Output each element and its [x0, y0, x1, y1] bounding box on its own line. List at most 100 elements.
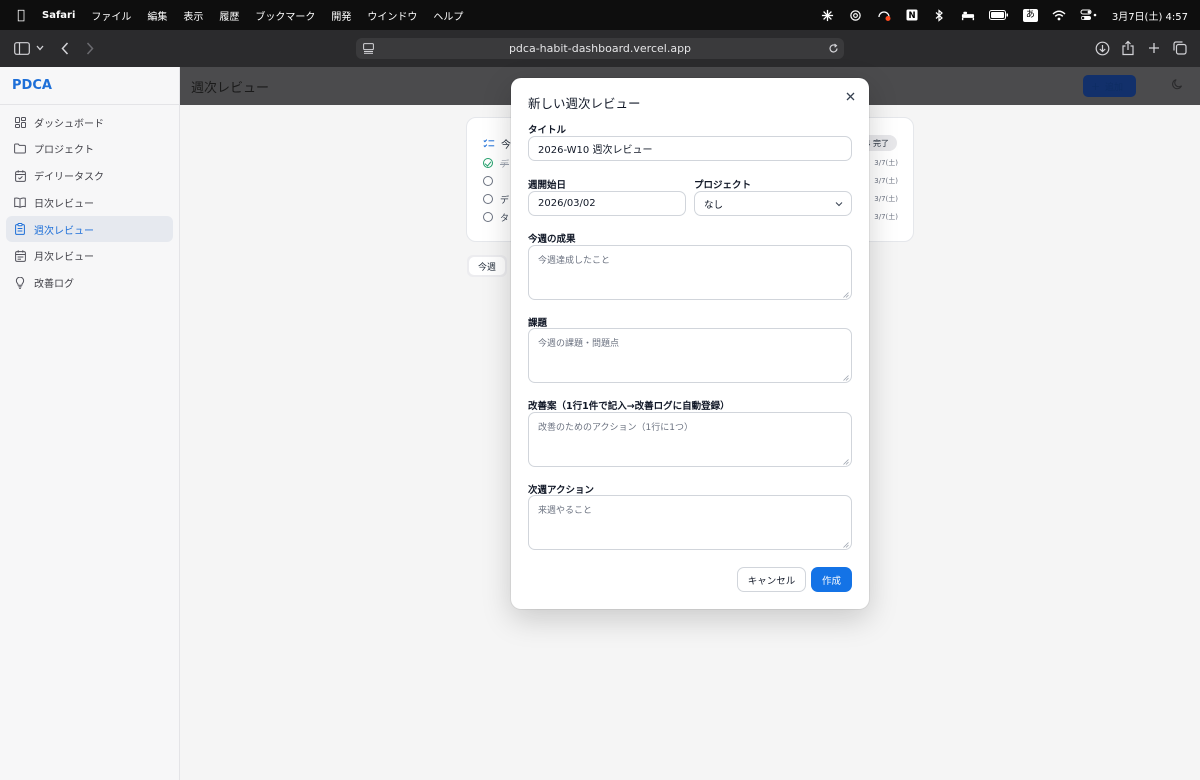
menu-history[interactable]: 履歴 [219, 8, 239, 23]
sidebar-item-label: 改善ログ [34, 279, 74, 291]
address-bar[interactable]: pdca-habit-dashboard.vercel.app [356, 38, 844, 59]
book-icon [14, 196, 26, 208]
create-button[interactable]: 作成 [811, 567, 852, 592]
add-button-label: 追加 [1105, 82, 1124, 93]
task-checkbox[interactable] [483, 194, 493, 204]
share-icon[interactable] [1119, 39, 1137, 57]
sidebar-item-dashboard[interactable]: ダッシュボード [6, 109, 173, 135]
achievements-placeholder: 今週達成したこと [538, 256, 611, 266]
resize-handle-icon[interactable] [843, 291, 849, 298]
task-checkbox[interactable] [483, 176, 493, 186]
sparkle-icon[interactable] [821, 8, 835, 22]
page-title: 週次レビュー [191, 80, 270, 96]
menu-app-name[interactable]: Safari [42, 10, 75, 21]
project-label: プロジェクト [694, 180, 752, 191]
menu-bookmarks[interactable]: ブックマーク [255, 8, 315, 23]
improvements-textarea[interactable]: 改善のためのアクション（1行に1つ） [528, 412, 852, 467]
menu-edit[interactable]: 編集 [147, 8, 167, 23]
cancel-button[interactable]: キャンセル [737, 567, 806, 592]
project-select-value: なし [704, 199, 724, 211]
dialog-title: 新しい週次レビュー [528, 96, 641, 111]
plus-icon: ＋ [1091, 82, 1101, 93]
download-icon[interactable] [1093, 39, 1111, 57]
sidebar-toggle-icon[interactable] [13, 39, 31, 57]
tab-overview-icon[interactable] [1171, 39, 1189, 57]
menu-develop[interactable]: 開発 [331, 8, 351, 23]
task-checkbox[interactable] [483, 158, 493, 168]
sidebar-item-label: 日次レビュー [34, 198, 94, 210]
close-icon[interactable] [843, 89, 857, 103]
chevron-down-icon[interactable] [33, 39, 47, 57]
sidebar-item-projects[interactable]: プロジェクト [6, 136, 173, 162]
openai-icon[interactable] [849, 8, 863, 22]
sidebar-item-daily-tasks[interactable]: デイリータスク [6, 163, 173, 189]
status-area: N あ 3月7日(土) 4:57 [821, 8, 1188, 23]
new-tab-icon[interactable] [1145, 39, 1163, 57]
issues-textarea[interactable]: 今週の課題・問題点 [528, 328, 852, 383]
achievements-textarea[interactable]: 今週達成したこと [528, 245, 852, 300]
calendar-icon [14, 169, 26, 182]
back-icon[interactable] [56, 39, 74, 57]
dashboard-icon [14, 116, 26, 128]
next-actions-placeholder: 来週やること [538, 506, 593, 516]
period-tabs: 今週 [467, 255, 508, 277]
task-name: タ [500, 213, 510, 224]
improvements-placeholder: 改善のためのアクション（1行に1つ） [538, 423, 694, 433]
browser-toolbar: pdca-habit-dashboard.vercel.app [0, 30, 1200, 67]
sidebar-item-monthly-review[interactable]: 月次レビュー [6, 243, 173, 269]
sidebar-item-label: プロジェクト [34, 145, 94, 157]
clock[interactable]: 3月7日(土) 4:57 [1112, 8, 1188, 23]
input-method-indicator[interactable]: あ [1022, 8, 1038, 22]
issues-label: 課題 [528, 318, 548, 329]
moon-icon[interactable] [1172, 78, 1186, 92]
menu-view[interactable]: 表示 [183, 8, 203, 23]
clipboard-icon [14, 223, 26, 236]
next-actions-textarea[interactable]: 来週やること [528, 495, 852, 550]
bluetooth-icon[interactable] [933, 8, 947, 22]
tab-this-week[interactable]: 今週 [469, 257, 506, 275]
sidebar-item-daily-review[interactable]: 日次レビュー [6, 189, 173, 215]
sidebar-item-improvement-log[interactable]: 改善ログ [6, 270, 173, 296]
menu-help[interactable]: ヘルプ [433, 8, 463, 23]
sidebar-item-weekly-review[interactable]: 週次レビュー [6, 216, 173, 243]
new-weekly-review-dialog: 新しい週次レビュー タイトル 2026-W10 週次レビュー 週開始日 2026… [511, 78, 869, 609]
title-label: タイトル [528, 125, 567, 136]
control-center-icon[interactable] [1080, 8, 1098, 22]
task-date: 3/7(土) [874, 177, 898, 185]
week-start-label: 週開始日 [528, 180, 567, 191]
url-text[interactable]: pdca-habit-dashboard.vercel.app [509, 42, 691, 55]
apple-menu-icon[interactable]:  [12, 8, 30, 23]
chevron-down-icon [835, 200, 843, 208]
menu-window[interactable]: ウインドウ [367, 8, 417, 23]
page-settings-icon[interactable] [361, 41, 375, 55]
sidebar-item-label: デイリータスク [34, 172, 104, 184]
notion-icon[interactable]: N [905, 8, 919, 22]
folder-icon [14, 143, 26, 155]
resize-handle-icon[interactable] [843, 374, 849, 381]
task-date: 3/7(土) [874, 159, 898, 167]
lightbulb-icon [14, 276, 26, 289]
app-sidebar: PDCA ダッシュボード プロジェクト デイリータスク 日次レビュー 週次レビュ… [0, 67, 180, 780]
forward-icon[interactable] [81, 39, 99, 57]
battery-icon[interactable] [988, 8, 1009, 22]
resize-handle-icon[interactable] [843, 458, 849, 465]
sidebar-nav: ダッシュボード プロジェクト デイリータスク 日次レビュー 週次レビュー 月次レ… [0, 105, 179, 301]
add-button[interactable]: ＋ 追加 [1083, 75, 1136, 97]
task-date: 3/7(土) [874, 195, 898, 203]
task-checkbox[interactable] [483, 212, 493, 222]
task-name: デ [500, 195, 510, 206]
list-checks-icon [483, 138, 495, 150]
resize-handle-icon[interactable] [843, 541, 849, 548]
reload-icon[interactable] [826, 41, 840, 55]
task-name: デ [500, 159, 510, 170]
wifi-icon[interactable] [1052, 8, 1066, 22]
brand-logo[interactable]: PDCA [0, 67, 179, 105]
project-select[interactable]: なし [694, 191, 852, 216]
gauge-icon[interactable] [877, 8, 891, 22]
title-input[interactable]: 2026-W10 週次レビュー [528, 136, 852, 161]
week-start-date-input[interactable]: 2026/03/02 [528, 191, 686, 216]
achievements-label: 今週の成果 [528, 234, 576, 245]
bed-icon[interactable] [961, 8, 975, 22]
menu-file[interactable]: ファイル [91, 8, 131, 23]
sidebar-item-label: 月次レビュー [34, 252, 94, 264]
